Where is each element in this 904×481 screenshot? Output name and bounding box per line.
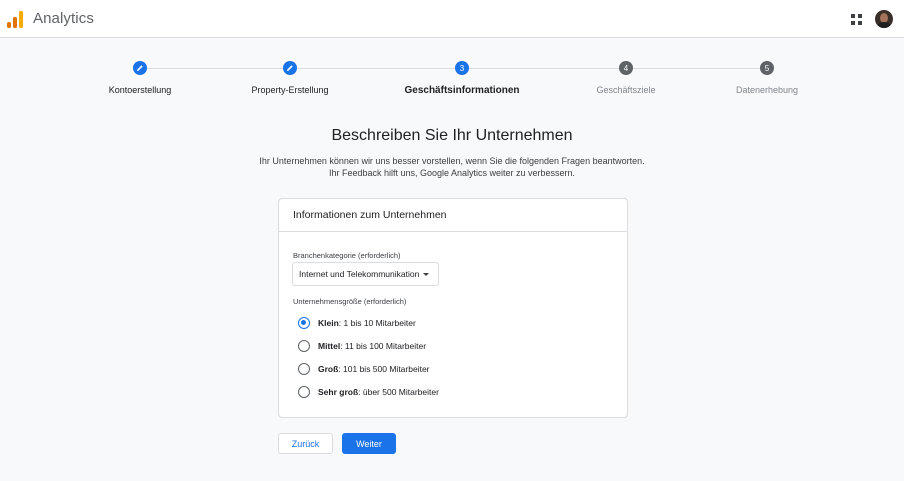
stepper-connector (633, 68, 760, 69)
step-2-label: Property-Erstellung (251, 85, 329, 95)
stepper-connector (147, 68, 283, 69)
stepper-connector (469, 68, 619, 69)
radio-button[interactable] (298, 386, 310, 398)
company-size-label: Unternehmensgröße (erforderlich) (293, 297, 407, 306)
step-1-circle (133, 61, 147, 75)
card-title: Informationen zum Unternehmen (293, 209, 447, 221)
stepper-connector (297, 68, 455, 69)
size-option-name: Groß (318, 364, 339, 374)
step-5-circle: 5 (760, 61, 774, 75)
app-title[interactable]: Analytics (33, 10, 94, 27)
size-option-large[interactable]: Groß: 101 bis 500 Mitarbeiter (298, 362, 430, 376)
step-3-label: Geschäftsinformationen (404, 85, 520, 96)
size-option-small[interactable]: Klein: 1 bis 10 Mitarbeiter (298, 316, 416, 330)
step-5-label: Datenerhebung (735, 85, 799, 95)
step-4-circle: 4 (619, 61, 633, 75)
card-divider (279, 231, 627, 232)
size-option-name: Klein (318, 318, 339, 328)
size-option-name: Mittel (318, 341, 341, 351)
industry-label: Branchenkategorie (erforderlich) (293, 251, 401, 260)
step-2-circle (283, 61, 297, 75)
industry-select-value: Internet und Telekommunikation (299, 269, 420, 279)
radio-button[interactable] (298, 340, 310, 352)
radio-button[interactable] (298, 363, 310, 375)
size-option-detail: : 101 bis 500 Mitarbeiter (338, 364, 430, 374)
pencil-icon (137, 65, 143, 71)
description-line-2: Ihr Feedback hilft uns, Google Analytics… (328, 168, 576, 178)
size-option-medium[interactable]: Mittel: 11 bis 100 Mitarbeiter (298, 339, 426, 353)
description-line-1: Ihr Unternehmen können wir uns besser vo… (259, 156, 645, 166)
dropdown-arrow-icon (423, 272, 430, 276)
size-option-very-large[interactable]: Sehr groß: über 500 Mitarbeiter (298, 385, 439, 399)
analytics-logo-icon[interactable] (7, 11, 23, 28)
page-title: Beschreiben Sie Ihr Unternehmen (331, 127, 573, 144)
pencil-icon (287, 65, 293, 71)
size-option-detail: : über 500 Mitarbeiter (358, 387, 439, 397)
business-info-card: Informationen zum Unternehmen Branchenka… (278, 198, 628, 418)
size-option-name: Sehr groß (318, 387, 359, 397)
industry-select[interactable]: Internet und Telekommunikation (292, 262, 439, 286)
size-option-detail: : 1 bis 10 Mitarbeiter (338, 318, 416, 328)
back-button[interactable]: Zurück (278, 433, 333, 454)
next-button[interactable]: Weiter (342, 433, 396, 454)
radio-button[interactable] (298, 317, 310, 329)
step-3-circle: 3 (455, 61, 469, 75)
step-1-label: Kontoerstellung (108, 85, 172, 95)
account-avatar[interactable] (875, 10, 893, 28)
top-app-bar: Analytics (0, 0, 904, 38)
apps-grid-icon[interactable] (851, 14, 862, 25)
size-option-detail: : 11 bis 100 Mitarbeiter (340, 341, 427, 351)
